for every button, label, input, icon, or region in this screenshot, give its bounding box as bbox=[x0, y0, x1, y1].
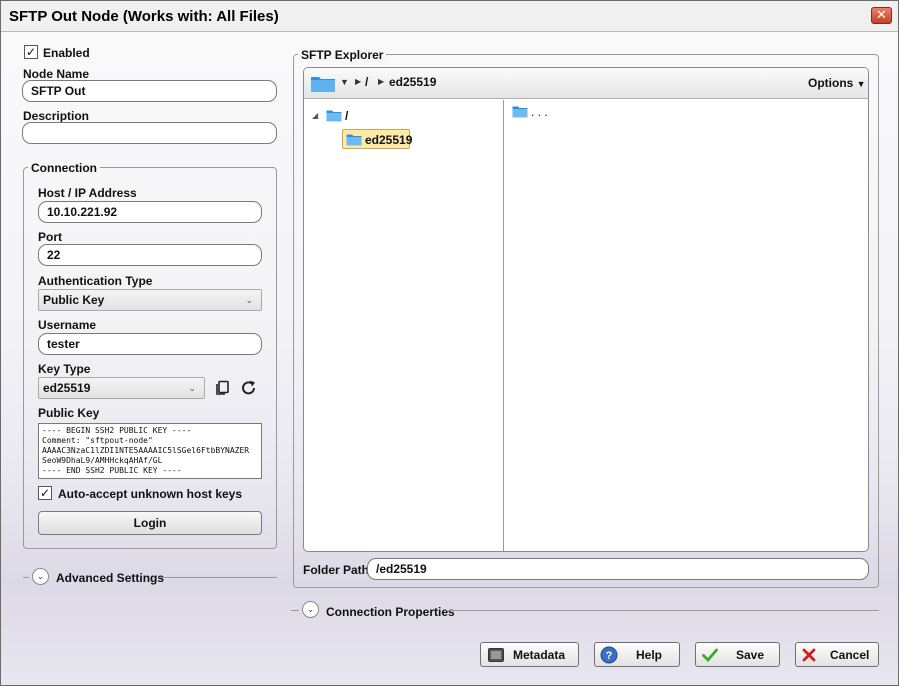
breadcrumb-arrow-icon: ▶ bbox=[355, 77, 362, 86]
auto-accept-label: Auto-accept unknown host keys bbox=[58, 487, 243, 501]
connection-group-label: Connection bbox=[28, 161, 100, 175]
port-input[interactable]: 22 bbox=[38, 244, 262, 266]
connection-properties-label: Connection Properties bbox=[326, 605, 455, 619]
chevron-down-icon: ▼ bbox=[856, 79, 866, 89]
help-button[interactable]: ? Help bbox=[594, 642, 680, 667]
divider bbox=[291, 610, 299, 611]
key-type-select[interactable]: ed25519 ⌄ bbox=[38, 377, 205, 399]
breadcrumb-root[interactable]: / bbox=[365, 75, 368, 89]
save-button[interactable]: Save bbox=[695, 642, 780, 667]
sftp-out-node-dialog: SFTP Out Node (Works with: All Files) ✕ … bbox=[0, 0, 899, 686]
options-menu[interactable]: Options ▼ bbox=[808, 76, 866, 90]
copy-icon[interactable] bbox=[214, 380, 230, 396]
sftp-explorer: ▼ ▶ / ▶ ed25519 Options ▼ ◢ / ed25519 . … bbox=[303, 67, 869, 552]
tree-item-ed25519[interactable]: ed25519 bbox=[342, 129, 413, 149]
breadcrumb-arrow-icon: ▶ bbox=[378, 77, 385, 86]
metadata-button[interactable]: Metadata bbox=[480, 642, 579, 667]
folder-path-label: Folder Path bbox=[303, 563, 370, 577]
enabled-checkbox[interactable]: ✓ bbox=[24, 45, 38, 59]
file-list: . . . bbox=[505, 100, 868, 551]
title-bar: SFTP Out Node (Works with: All Files) ✕ bbox=[1, 1, 898, 32]
divider bbox=[23, 577, 29, 578]
description-label: Description bbox=[23, 109, 90, 123]
enabled-label: Enabled bbox=[43, 46, 90, 60]
auth-type-select[interactable]: Public Key ⌄ bbox=[38, 289, 262, 311]
folder-icon bbox=[346, 134, 362, 146]
public-key-textarea[interactable]: ---- BEGIN SSH2 PUBLIC KEY ---- Comment:… bbox=[38, 423, 262, 479]
metadata-label: Metadata bbox=[513, 648, 566, 662]
folder-icon bbox=[326, 110, 342, 122]
node-name-input[interactable]: SFTP Out bbox=[22, 80, 277, 102]
key-type-label: Key Type bbox=[38, 362, 91, 376]
host-label: Host / IP Address bbox=[38, 186, 137, 200]
folder-icon bbox=[512, 106, 528, 118]
chevron-down-icon: ⌄ bbox=[36, 571, 45, 581]
tree-item-label: ed25519 bbox=[365, 133, 413, 147]
save-label: Save bbox=[736, 648, 765, 662]
options-label: Options bbox=[808, 76, 854, 90]
connection-properties-expander[interactable]: ⌄ bbox=[302, 601, 319, 618]
cancel-label: Cancel bbox=[830, 648, 870, 662]
chevron-down-icon: ⌄ bbox=[306, 604, 315, 614]
breadcrumb-current[interactable]: ed25519 bbox=[389, 75, 436, 89]
public-key-label: Public Key bbox=[38, 406, 100, 420]
sftp-explorer-group-label: SFTP Explorer bbox=[298, 48, 387, 62]
refresh-icon[interactable] bbox=[240, 379, 258, 397]
key-type-value: ed25519 bbox=[43, 381, 91, 395]
login-button[interactable]: Login bbox=[38, 511, 262, 535]
folder-path-input[interactable]: /ed25519 bbox=[367, 558, 869, 580]
username-input[interactable]: tester bbox=[38, 333, 262, 355]
auth-type-value: Public Key bbox=[43, 293, 105, 307]
chevron-down-icon: ⌄ bbox=[188, 383, 196, 393]
cancel-button[interactable]: Cancel bbox=[795, 642, 879, 667]
checkmark-icon bbox=[702, 648, 718, 662]
tree-expand-icon[interactable]: ◢ bbox=[312, 111, 318, 120]
divider bbox=[446, 610, 879, 611]
help-label: Help bbox=[636, 648, 663, 662]
divider bbox=[159, 577, 277, 578]
close-icon: ✕ bbox=[876, 7, 887, 22]
metadata-icon bbox=[488, 648, 504, 662]
advanced-settings-label: Advanced Settings bbox=[56, 571, 165, 585]
description-input[interactable] bbox=[22, 122, 277, 144]
chevron-down-icon: ⌄ bbox=[245, 295, 253, 305]
auth-type-label: Authentication Type bbox=[38, 274, 153, 288]
chevron-down-icon[interactable]: ▼ bbox=[340, 77, 349, 87]
auto-accept-checkbox[interactable]: ✓ bbox=[38, 486, 52, 500]
folder-tree: ◢ / ed25519 bbox=[304, 100, 504, 551]
explorer-toolbar: ▼ ▶ / ▶ ed25519 Options ▼ bbox=[304, 68, 868, 99]
window-title: SFTP Out Node (Works with: All Files) bbox=[9, 8, 279, 25]
port-label: Port bbox=[38, 230, 62, 244]
username-label: Username bbox=[38, 318, 97, 332]
file-list-item-parent[interactable]: . . . bbox=[531, 105, 548, 119]
tree-item-root[interactable]: / bbox=[345, 109, 348, 123]
close-button[interactable]: ✕ bbox=[871, 7, 892, 24]
help-icon: ? bbox=[600, 646, 618, 664]
host-input[interactable]: 10.10.221.92 bbox=[38, 201, 262, 223]
advanced-settings-expander[interactable]: ⌄ bbox=[32, 568, 49, 585]
folder-icon[interactable] bbox=[310, 74, 336, 93]
node-name-label: Node Name bbox=[23, 67, 90, 81]
x-icon bbox=[802, 648, 816, 662]
svg-text:?: ? bbox=[606, 650, 613, 662]
